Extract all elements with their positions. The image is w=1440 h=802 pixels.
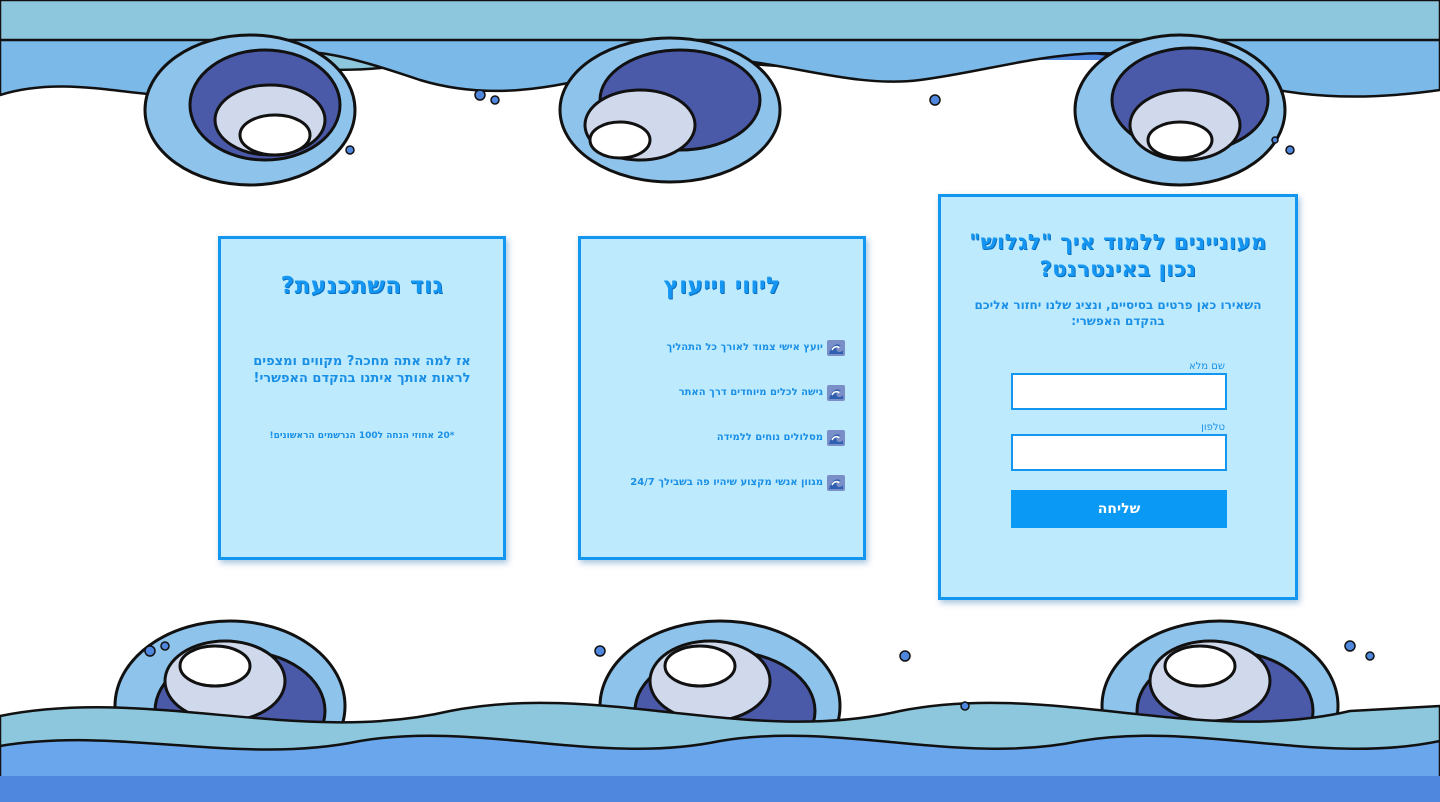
promo-title: גוד השתכנעת?: [280, 273, 444, 299]
submit-button[interactable]: שליחה: [1011, 490, 1227, 528]
phone-field-label: טלפון: [1201, 422, 1225, 433]
wave-icon: [827, 384, 845, 401]
list-item: מגוון אנשי מקצוע שיהיו פה בשבילך 24/7: [581, 460, 845, 505]
list-item: גישה לכלים מיוחדים דרך האתר: [581, 370, 845, 415]
list-item-label: יועץ אישי צמוד לאורך כל התהליך: [666, 342, 824, 353]
list-item: מסלולים נוחים ללמידה: [581, 415, 845, 460]
promo-question: אז למה אתה מחכה? מקווים ומצפים לראות אות…: [253, 354, 471, 386]
signup-form-card: מעוניינים ללמוד איך "לגלוש" נכון באינטרנ…: [938, 194, 1298, 600]
wave-icon: [827, 474, 845, 491]
list-item-label: מגוון אנשי מקצוע שיהיו פה בשבילך 24/7: [630, 477, 823, 488]
wave-icon: [827, 429, 845, 446]
wave-icon: [827, 339, 845, 356]
name-field-label: שם מלא: [1188, 361, 1225, 372]
list-item-label: מסלולים נוחים ללמידה: [716, 432, 823, 443]
bottom-waves-decoration: [0, 619, 1440, 802]
list-item-label: גישה לכלים מיוחדים דרך האתר: [678, 387, 823, 398]
promo-card: גוד השתכנעת? אז למה אתה מחכה? מקווים ומצ…: [218, 236, 506, 560]
form-title: מעוניינים ללמוד איך "לגלוש" נכון באינטרנ…: [969, 230, 1267, 281]
discount-note: *20 אחוזי הנחה ל100 הנרשמים הראשונים!: [269, 431, 455, 441]
support-title: ליווי וייעוץ: [663, 273, 781, 299]
phone-input[interactable]: [1011, 434, 1227, 471]
support-card: ליווי וייעוץ יועץ אישי צמוד לאורך כל התה…: [578, 236, 866, 560]
support-list: יועץ אישי צמוד לאורך כל התהליך גישה לכלי…: [581, 325, 845, 505]
list-item: יועץ אישי צמוד לאורך כל התהליך: [581, 325, 845, 370]
full-name-input[interactable]: [1011, 373, 1227, 410]
top-waves-decoration: [0, 0, 1440, 187]
form-subtitle: השאירו כאן פרטים בסיסיים, ונציג שלנו יחז…: [974, 298, 1262, 328]
